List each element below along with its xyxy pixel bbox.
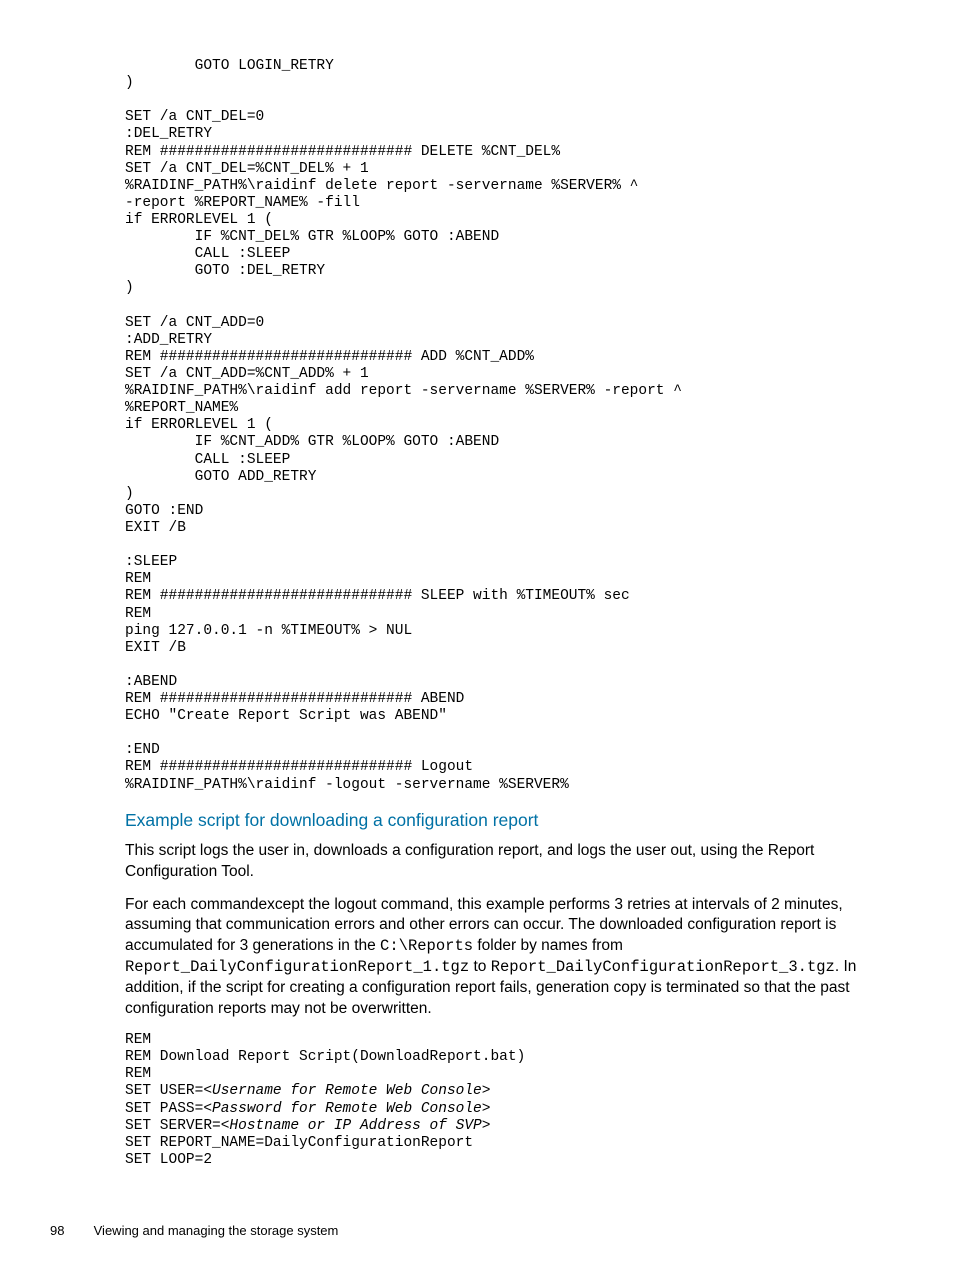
- footer-title: Viewing and managing the storage system: [94, 1223, 339, 1238]
- code-block-1: GOTO LOGIN_RETRY ) SET /a CNT_DEL=0 :DEL…: [125, 58, 904, 794]
- inline-code: Report_DailyConfigurationReport_3.tgz: [491, 958, 835, 976]
- page-footer: 98 Viewing and managing the storage syst…: [0, 1215, 954, 1238]
- page-content: GOTO LOGIN_RETRY ) SET /a CNT_DEL=0 :DEL…: [0, 0, 954, 1215]
- code-block-2: REM REM Download Report Script(DownloadR…: [125, 1032, 904, 1169]
- paragraph-1: This script logs the user in, downloads …: [125, 841, 904, 883]
- inline-code: Report_DailyConfigurationReport_1.tgz: [125, 958, 469, 976]
- paragraph-2: For each commandexcept the logout comman…: [125, 895, 904, 1021]
- inline-code: C:\Reports: [380, 937, 473, 955]
- text: folder by names from: [473, 937, 623, 954]
- section-heading: Example script for downloading a configu…: [125, 810, 904, 831]
- text: to: [469, 958, 491, 975]
- page-number: 98: [50, 1223, 90, 1238]
